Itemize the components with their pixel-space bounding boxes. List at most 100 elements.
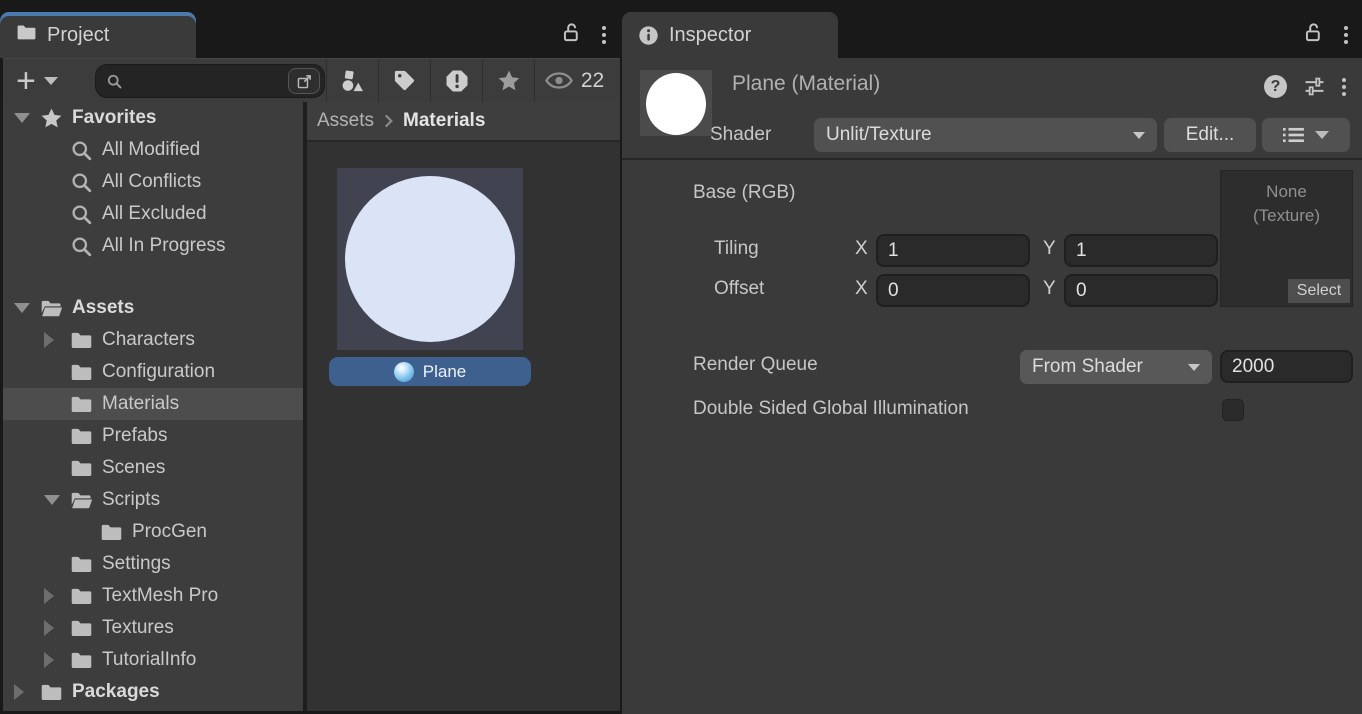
double-sided-gi-checkbox[interactable] [1222,399,1244,421]
breadcrumb-root[interactable]: Assets [317,110,374,132]
texture-slot[interactable]: None (Texture) Select [1220,170,1353,307]
expander-closed-icon[interactable] [44,332,70,348]
filter-by-type-button[interactable] [326,59,378,102]
panel-menu-icon[interactable] [1344,26,1348,44]
render-queue-dropdown[interactable]: From Shader [1020,350,1212,384]
offset-y-field[interactable]: 0 [1064,274,1218,307]
folder-icon [100,521,124,544]
tree-item-textures[interactable]: Textures [0,612,303,644]
tree-item-packages[interactable]: Packages [0,676,303,708]
breadcrumb: Assets Materials [307,102,620,142]
tree-item-label: All Modified [102,139,200,161]
shader-dropdown[interactable]: Unlit/Texture [814,118,1157,152]
expander-open-icon[interactable] [14,113,40,123]
shader-value: Unlit/Texture [826,124,932,146]
presets-icon[interactable] [1303,75,1326,98]
expander-closed-icon[interactable] [44,620,70,636]
tree-item-textmesh-pro[interactable]: TextMesh Pro [0,580,303,612]
save-search-button[interactable] [482,59,534,102]
material-title: Plane (Material) [732,72,880,96]
open-search-window-icon[interactable] [288,68,320,94]
tree-item-characters[interactable]: Characters [0,324,303,356]
expander-open-icon[interactable] [14,303,40,313]
filter-importance-button[interactable] [430,59,482,102]
tree-item-procgen[interactable]: ProcGen [0,516,303,548]
project-toolbar: + [0,58,620,102]
tree-item-materials[interactable]: Materials [0,388,303,420]
offset-x-field[interactable]: 0 [876,274,1030,307]
project-folder-tree: Favorites All Modified All ConflictsAll Ex… [0,102,303,714]
chevron-down-icon [1188,364,1200,371]
tree-item-scripts[interactable]: Scripts [0,484,303,516]
tree-item-label: Assets [72,297,134,319]
chevron-down-icon [44,77,58,85]
shapes-icon [341,69,365,93]
folder-icon [16,22,37,49]
window-edge [0,58,3,714]
tag-icon [393,69,416,92]
expander-closed-icon[interactable] [44,652,70,668]
filter-by-label-button[interactable] [378,59,430,102]
unlock-icon[interactable] [1303,22,1324,48]
tree-item-all-excluded[interactable]: All Excluded [0,198,303,230]
material-thumbnail[interactable] [337,168,523,350]
search-input[interactable] [129,71,288,91]
render-queue-value-field[interactable]: 2000 [1220,350,1353,383]
star-icon [497,69,521,93]
help-icon[interactable]: ? [1264,75,1287,98]
additional-properties-button[interactable] [1262,118,1350,152]
offset-y-label: Y [1043,278,1056,300]
folder-icon [70,649,94,672]
tree-item-prefabs[interactable]: Prefabs [0,420,303,452]
plus-icon: + [16,64,36,98]
material-header-preview[interactable] [640,70,712,136]
search-icon [106,73,123,90]
tab-project[interactable]: Project [0,12,196,58]
hidden-count-toggle[interactable]: 22 [534,59,614,102]
tree-item-assets[interactable]: Assets [0,292,303,324]
search-icon [70,171,94,194]
folder-icon [70,425,94,448]
tiling-y-value: 1 [1076,240,1087,262]
texture-none-label: None [1266,182,1307,201]
tiling-x-field[interactable]: 1 [876,234,1030,267]
hidden-count: 22 [581,69,604,93]
tiling-x-value: 1 [888,240,899,262]
unlock-icon[interactable] [561,22,582,48]
folder-icon [70,553,94,576]
breadcrumb-current[interactable]: Materials [403,110,485,132]
alert-octagon-icon [445,69,469,93]
expander-closed-icon[interactable] [14,684,40,700]
create-asset-button[interactable]: + [10,59,64,102]
section-divider [622,158,1362,160]
tree-item-label: Characters [102,329,195,351]
tree-item-tutorialinfo[interactable]: TutorialInfo [0,644,303,676]
expander-open-icon[interactable] [44,495,70,505]
tree-item-favorites[interactable]: Favorites [0,102,303,134]
asset-label-selected[interactable]: Plane [329,357,531,386]
tree-item-all-modified[interactable]: All Modified [0,134,303,166]
star-icon [40,107,64,130]
material-preview-circle [345,176,515,342]
folder-icon [70,361,94,384]
tree-item-scenes[interactable]: Scenes [0,452,303,484]
list-icon [1283,127,1305,143]
tree-item-all-in-progress[interactable]: All In Progress [0,230,303,262]
select-texture-button[interactable]: Select [1288,279,1350,303]
tree-item-all-conflicts[interactable]: All Conflicts [0,166,303,198]
base-rgb-label: Base (RGB) [693,182,795,204]
material-menu-icon[interactable] [1342,78,1346,96]
panel-menu-icon[interactable] [602,26,606,44]
expander-closed-icon[interactable] [44,588,70,604]
offset-y-value: 0 [1076,280,1087,302]
chevron-down-icon [1315,131,1329,139]
tree-item-configuration[interactable]: Configuration [0,356,303,388]
edit-shader-button[interactable]: Edit... [1164,118,1256,152]
material-sphere-icon [394,362,414,382]
tree-item-settings[interactable]: Settings [0,548,303,580]
tree-item-label: TextMesh Pro [102,585,218,607]
search-icon [70,235,94,258]
tab-inspector[interactable]: Inspector [622,12,838,58]
tiling-y-field[interactable]: 1 [1064,234,1218,267]
search-field[interactable] [95,64,325,98]
